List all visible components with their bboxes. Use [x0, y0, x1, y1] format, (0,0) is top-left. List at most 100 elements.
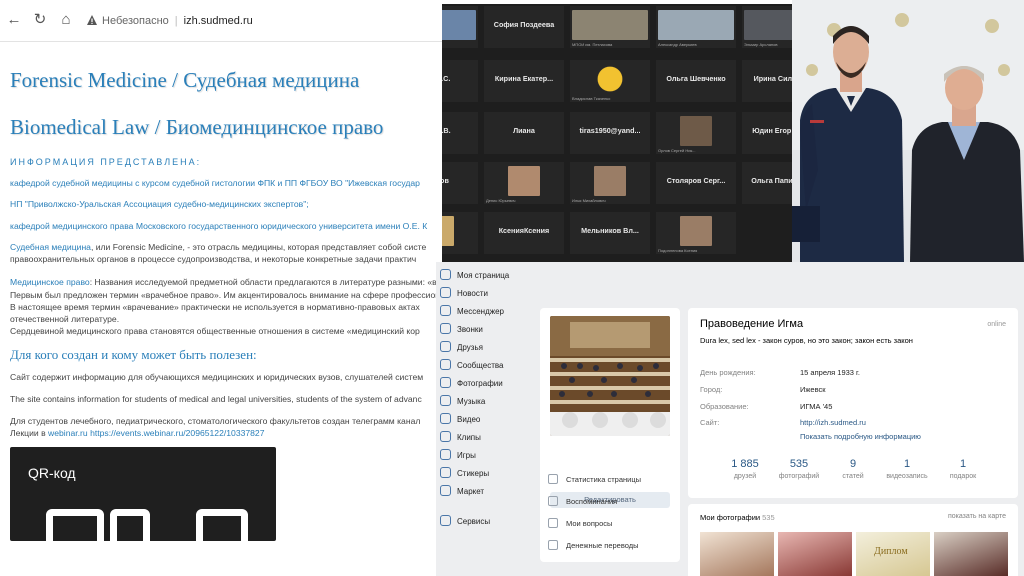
reload-icon[interactable]: ↻ [32, 12, 48, 28]
menu-item-icon [440, 359, 451, 370]
diploma-text: Диплом [874, 546, 908, 557]
counter-value: 1 [903, 458, 911, 470]
counter-label: друзей [733, 473, 757, 480]
menu-item[interactable]: Фотографии [440, 376, 503, 392]
participant-video [442, 10, 476, 40]
participant-tile[interactable] [442, 6, 478, 48]
participant-name: Ольга Папинигис [751, 176, 792, 185]
participant-tile[interactable]: Столяров Серг... [656, 162, 736, 204]
org-link-2[interactable]: НП "Приволжско-Уральская Ассоциация суде… [10, 199, 309, 209]
profile-action[interactable]: Воспоминания [548, 496, 617, 506]
participant-tile[interactable]: Александр Аверкиев [656, 6, 736, 48]
participant-caption: Владислав Ткаченко [572, 96, 611, 101]
participant-name: София Поздеева [493, 20, 555, 29]
participant-tile[interactable]: Кирина Екатер... [484, 60, 564, 102]
photos-title: Мои фотографии [700, 513, 761, 522]
menu-item[interactable]: Мессенджер [440, 304, 504, 320]
participant-video [658, 10, 734, 40]
participant-tile[interactable]: Лиана [484, 112, 564, 154]
menu-item[interactable]: Сообщества [440, 358, 503, 374]
participant-tile[interactable]: Юдин Егор Вит... [742, 112, 792, 154]
participant-name: КсенияКсения [498, 226, 550, 235]
menu-item[interactable]: Звонки [440, 322, 483, 338]
profile-counter[interactable]: 9 статей [824, 458, 882, 480]
photo-thumbnail[interactable] [934, 532, 1008, 576]
browser-window: ← ↻ ⌂ Небезопасно | izh.sudmed.ru Forensic… [0, 0, 445, 576]
photo-thumbnail[interactable] [700, 532, 774, 576]
counter-label: фотографий [778, 473, 820, 480]
menu-item[interactable]: Игры [440, 448, 476, 464]
address-bar[interactable]: Небезопасно | izh.sudmed.ru [86, 10, 445, 32]
menu-item[interactable]: Маркет [440, 484, 484, 500]
webinar-link[interactable]: webinar.ru [48, 428, 88, 438]
participant-tile[interactable]: ло Н.В. [442, 112, 478, 154]
profile-action[interactable]: Мои вопросы [548, 518, 612, 528]
menu-item[interactable]: Новости [440, 286, 488, 302]
profile-info-row: Сайт: http://izh.sudmed.ru [700, 418, 866, 427]
participant-tile[interactable]: Мельников Вл... [570, 212, 650, 254]
menu-item-icon [440, 431, 451, 442]
info-value[interactable]: http://izh.sudmed.ru [800, 418, 866, 427]
forensic-link[interactable]: Судебная медицина [10, 242, 91, 252]
show-on-map-link[interactable]: показать на карте [948, 513, 1006, 520]
participant-tile[interactable]: tiras1950@yand... [570, 112, 650, 154]
home-icon[interactable]: ⌂ [58, 12, 74, 28]
menu-item-label: Друзья [457, 343, 483, 352]
menu-item-label: Новости [457, 289, 488, 298]
participant-tile[interactable]: Подоплелова Ксения [656, 212, 736, 254]
photo-thumbnail[interactable]: Диплом [856, 532, 930, 576]
participant-name: Юдин Егор Вит... [752, 126, 792, 135]
profile-counter[interactable]: 1 видеозапись [878, 458, 936, 480]
participant-tile[interactable]: Орлов Сергей Ник... [656, 112, 736, 154]
participant-tile[interactable]: Илья Михайлович [570, 162, 650, 204]
browser-toolbar: ← ↻ ⌂ Небезопасно | izh.sudmed.ru [0, 0, 445, 42]
counter-value: 1 [959, 458, 967, 470]
participant-name: белов [442, 176, 449, 185]
menu-item[interactable]: Музыка [440, 394, 485, 410]
participant-tile[interactable]: Денис Юрьевич [484, 162, 564, 204]
participant-tile[interactable]: белов [442, 162, 478, 204]
org-link-3[interactable]: кафедрой медицинского права Московского … [10, 221, 427, 231]
participant-name: Мельников Вл... [581, 226, 639, 235]
photo-thumbnail[interactable] [778, 532, 852, 576]
counter-label: подарок [949, 473, 977, 480]
show-more-info-link[interactable]: Показать подробную информацию [800, 432, 921, 441]
participant-video [594, 64, 626, 94]
participant-tile[interactable] [442, 212, 478, 254]
participant-tile[interactable]: КсенияКсения [484, 212, 564, 254]
para-forensic-text: , или Forensic Medicine, - это отрасль м… [90, 242, 427, 252]
menu-item[interactable]: Стикеры [440, 466, 489, 482]
participant-caption: Денис Юрьевич [486, 198, 516, 203]
participant-tile[interactable]: МПОИ им. Петлахова [570, 6, 650, 48]
menu-item[interactable]: Сервисы [440, 514, 490, 530]
webinar-url-link[interactable]: https://events.webinar.ru/20965122/10337… [90, 428, 264, 438]
profile-counter[interactable]: 535 фотографий [770, 458, 828, 480]
profile-counter[interactable]: 1 885 друзей [716, 458, 774, 480]
para-medlaw: Медицинское право: Названия исследуемой … [10, 277, 445, 287]
participant-tile[interactable]: Эльмир Арсланов [742, 6, 792, 48]
action-icon [548, 540, 558, 550]
photos-count: 535 [762, 513, 775, 522]
participant-name: Ирина Силуян... [753, 74, 792, 83]
menu-item[interactable]: Видео [440, 412, 480, 428]
photos-heading[interactable]: Мои фотографии 535 [700, 513, 775, 522]
action-icon [548, 474, 558, 484]
back-arrow-icon[interactable]: ← [6, 12, 22, 28]
org-link-1[interactable]: кафедрой судебной медицины с курсом суде… [10, 178, 420, 188]
menu-item[interactable]: Моя страница [440, 268, 509, 284]
profile-avatar[interactable] [550, 316, 670, 436]
participant-tile[interactable]: Ольга Папинигис [742, 162, 792, 204]
participant-tile[interactable]: София Поздеева [484, 6, 564, 48]
profile-action[interactable]: Статистика страницы [548, 474, 641, 484]
profile-counter[interactable]: 1 подарок [934, 458, 992, 480]
participant-tile[interactable]: Ирина Силуян... [742, 60, 792, 102]
profile-info-row: Образование: ИГМА '45 [700, 402, 832, 411]
medlaw-link[interactable]: Медицинское право [10, 277, 90, 287]
profile-action[interactable]: Денежные переводы [548, 540, 639, 550]
participant-tile[interactable]: на Н.С. [442, 60, 478, 102]
menu-item[interactable]: Друзья [440, 340, 483, 356]
participant-tile[interactable]: Ольга Шевченко [656, 60, 736, 102]
participant-tile[interactable]: Владислав Ткаченко [570, 60, 650, 102]
menu-item[interactable]: Клипы [440, 430, 481, 446]
menu-item-icon [440, 323, 451, 334]
